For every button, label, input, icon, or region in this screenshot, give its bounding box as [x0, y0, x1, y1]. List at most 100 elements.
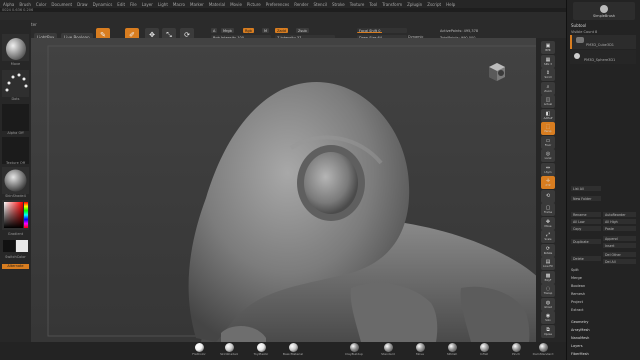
- move-button[interactable]: ✥ Move: [541, 216, 555, 230]
- zadd-toggle[interactable]: Zadd: [275, 28, 288, 33]
- menu-edit[interactable]: Edit: [117, 2, 125, 7]
- section-layers[interactable]: Layers: [571, 344, 583, 348]
- scroll-button[interactable]: ⇕ Scroll: [541, 68, 555, 81]
- append-button[interactable]: Append: [603, 236, 636, 241]
- frame-button[interactable]: ▢ Frame: [541, 203, 555, 216]
- ghost-button[interactable]: ◍ Ghost: [541, 297, 555, 311]
- del-other-button[interactable]: Del Other: [603, 252, 636, 257]
- menu-material[interactable]: Material: [209, 2, 225, 7]
- zoom-button[interactable]: ⌕ Zoom: [541, 81, 555, 95]
- material-thumbnail[interactable]: [2, 167, 29, 194]
- menu-preferences[interactable]: Preferences: [266, 2, 290, 7]
- alternate-button[interactable]: Alternate: [2, 264, 29, 269]
- simple-brush-button[interactable]: SimpleBrush: [573, 2, 635, 20]
- menu-stroke[interactable]: Stroke: [332, 2, 345, 7]
- basicmaterial-slot[interactable]: BasicMaterial: [280, 343, 306, 359]
- canvas-viewport[interactable]: [31, 38, 566, 342]
- menu-zplugin[interactable]: Zplugin: [407, 2, 422, 7]
- rotate-button[interactable]: ⟳ Rotate: [541, 243, 555, 257]
- claybuildup-slot[interactable]: ClayBuildup: [341, 343, 367, 359]
- menu-file[interactable]: File: [130, 2, 137, 7]
- all-low-button[interactable]: All Low: [571, 219, 601, 224]
- menu-transform[interactable]: Transform: [382, 2, 402, 7]
- lsym-button[interactable]: ⇔ LSym: [541, 162, 555, 176]
- menu-brush[interactable]: Brush: [19, 2, 31, 7]
- section-nanomesh[interactable]: NanoMesh: [571, 336, 589, 340]
- split-menu[interactable]: Split: [571, 268, 579, 272]
- line-fill-button[interactable]: ▤ Line Fill: [541, 257, 555, 270]
- menu-render[interactable]: Render: [294, 2, 308, 7]
- flatcolor-slot[interactable]: FlatColor: [186, 343, 212, 359]
- alpha-thumbnail[interactable]: [2, 104, 29, 131]
- persp-button[interactable]: ⬚ Persp: [541, 122, 555, 135]
- menu-picture[interactable]: Picture: [247, 2, 261, 7]
- delete-button[interactable]: Delete: [571, 256, 601, 261]
- insert-button[interactable]: Insert: [603, 243, 636, 248]
- menu-movie[interactable]: Movie: [230, 2, 242, 7]
- remesh-menu[interactable]: Remesh: [571, 292, 585, 296]
- skinshade4-slot[interactable]: SkinShade4: [216, 343, 242, 359]
- menu-tool[interactable]: Tool: [369, 2, 377, 7]
- standard-slot[interactable]: Standard: [375, 343, 401, 359]
- menu-stencil[interactable]: Stencil: [313, 2, 327, 7]
- menu-macro[interactable]: Macro: [173, 2, 185, 7]
- inflat-slot[interactable]: Inflat: [471, 343, 497, 359]
- menu-texture[interactable]: Texture: [350, 2, 365, 7]
- subtool-item-1[interactable]: PM3D_Cube3D1: [570, 35, 636, 49]
- rotate-3d-button[interactable]: ⟲: [541, 189, 555, 203]
- aahalf-button[interactable]: ◧ AAHalf: [541, 108, 555, 122]
- transp-button[interactable]: ◌ Transp: [541, 284, 555, 297]
- menu-light[interactable]: Light: [158, 2, 168, 7]
- focal-shift-slider[interactable]: Focal Shift 0: [357, 28, 407, 33]
- bpr-button[interactable]: ▣ BPR: [541, 41, 555, 54]
- section-arraymesh[interactable]: ArrayMesh: [571, 328, 590, 332]
- zsub-toggle[interactable]: Zsub: [296, 28, 309, 33]
- a-toggle[interactable]: A: [211, 28, 218, 33]
- menu-help[interactable]: Help: [446, 2, 455, 7]
- menu-zscript[interactable]: Zscript: [427, 2, 441, 7]
- color-picker[interactable]: [2, 200, 29, 230]
- subtool-section-title[interactable]: Subtool: [571, 23, 586, 28]
- stroke-thumbnail[interactable]: [2, 70, 29, 97]
- boolean-menu[interactable]: Boolean: [571, 284, 585, 288]
- m-toggle[interactable]: M: [262, 28, 270, 33]
- move-slot[interactable]: Move: [407, 343, 433, 359]
- copy-button[interactable]: Copy: [571, 226, 601, 231]
- spix-3-button[interactable]: ▦ SPix 3: [541, 54, 555, 68]
- menu-dynamics[interactable]: Dynamics: [93, 2, 113, 7]
- rgb-toggle[interactable]: Rgb: [243, 28, 254, 33]
- xyz-button[interactable]: ✛ XYZ: [541, 176, 555, 189]
- paste-button[interactable]: Paste: [603, 226, 636, 231]
- local-button[interactable]: ◎ Local: [541, 149, 555, 162]
- scale-button[interactable]: ⤢ Scale: [541, 230, 555, 243]
- actual-button[interactable]: ◫ Actual: [541, 95, 555, 108]
- pinch-slot[interactable]: Pinch: [503, 343, 529, 359]
- brush-thumbnail[interactable]: [2, 34, 29, 61]
- solo-button[interactable]: ◉ Solo: [541, 311, 555, 324]
- section-geometry[interactable]: Geometry: [571, 320, 588, 324]
- del-all-button[interactable]: Del All: [603, 259, 636, 264]
- menu-alpha[interactable]: Alpha: [3, 2, 14, 7]
- rename-button[interactable]: Rename: [571, 212, 601, 217]
- floor-button[interactable]: ▭ Floor: [541, 135, 555, 149]
- texture-thumbnail[interactable]: [2, 137, 29, 164]
- merge-menu[interactable]: Merge: [571, 276, 582, 280]
- xpose-button[interactable]: ⧉ Xpose: [541, 324, 555, 338]
- menu-layer[interactable]: Layer: [142, 2, 153, 7]
- section-fibermesh[interactable]: FiberMesh: [571, 352, 589, 356]
- all-high-button[interactable]: All High: [603, 219, 636, 224]
- project-menu[interactable]: Project: [571, 300, 583, 304]
- damstandard-slot[interactable]: DamStandard: [530, 343, 556, 359]
- subtool-item-2[interactable]: PM3D_Sphere3D1: [570, 50, 636, 64]
- list-all-button[interactable]: List All: [571, 186, 601, 191]
- menu-color[interactable]: Color: [36, 2, 46, 7]
- extract-menu[interactable]: Extract: [571, 308, 584, 312]
- menu-document[interactable]: Document: [51, 2, 72, 7]
- main-color-swatch[interactable]: [3, 240, 15, 252]
- menu-draw[interactable]: Draw: [77, 2, 87, 7]
- polyf-button[interactable]: ▩ PolyF: [541, 270, 555, 284]
- new-folder-button[interactable]: New Folder: [571, 196, 601, 201]
- toyplastic-slot[interactable]: ToyPlastic: [248, 343, 274, 359]
- auto-reorder-button[interactable]: AutoReorder: [603, 212, 636, 217]
- hpolish-slot[interactable]: hPolish: [439, 343, 465, 359]
